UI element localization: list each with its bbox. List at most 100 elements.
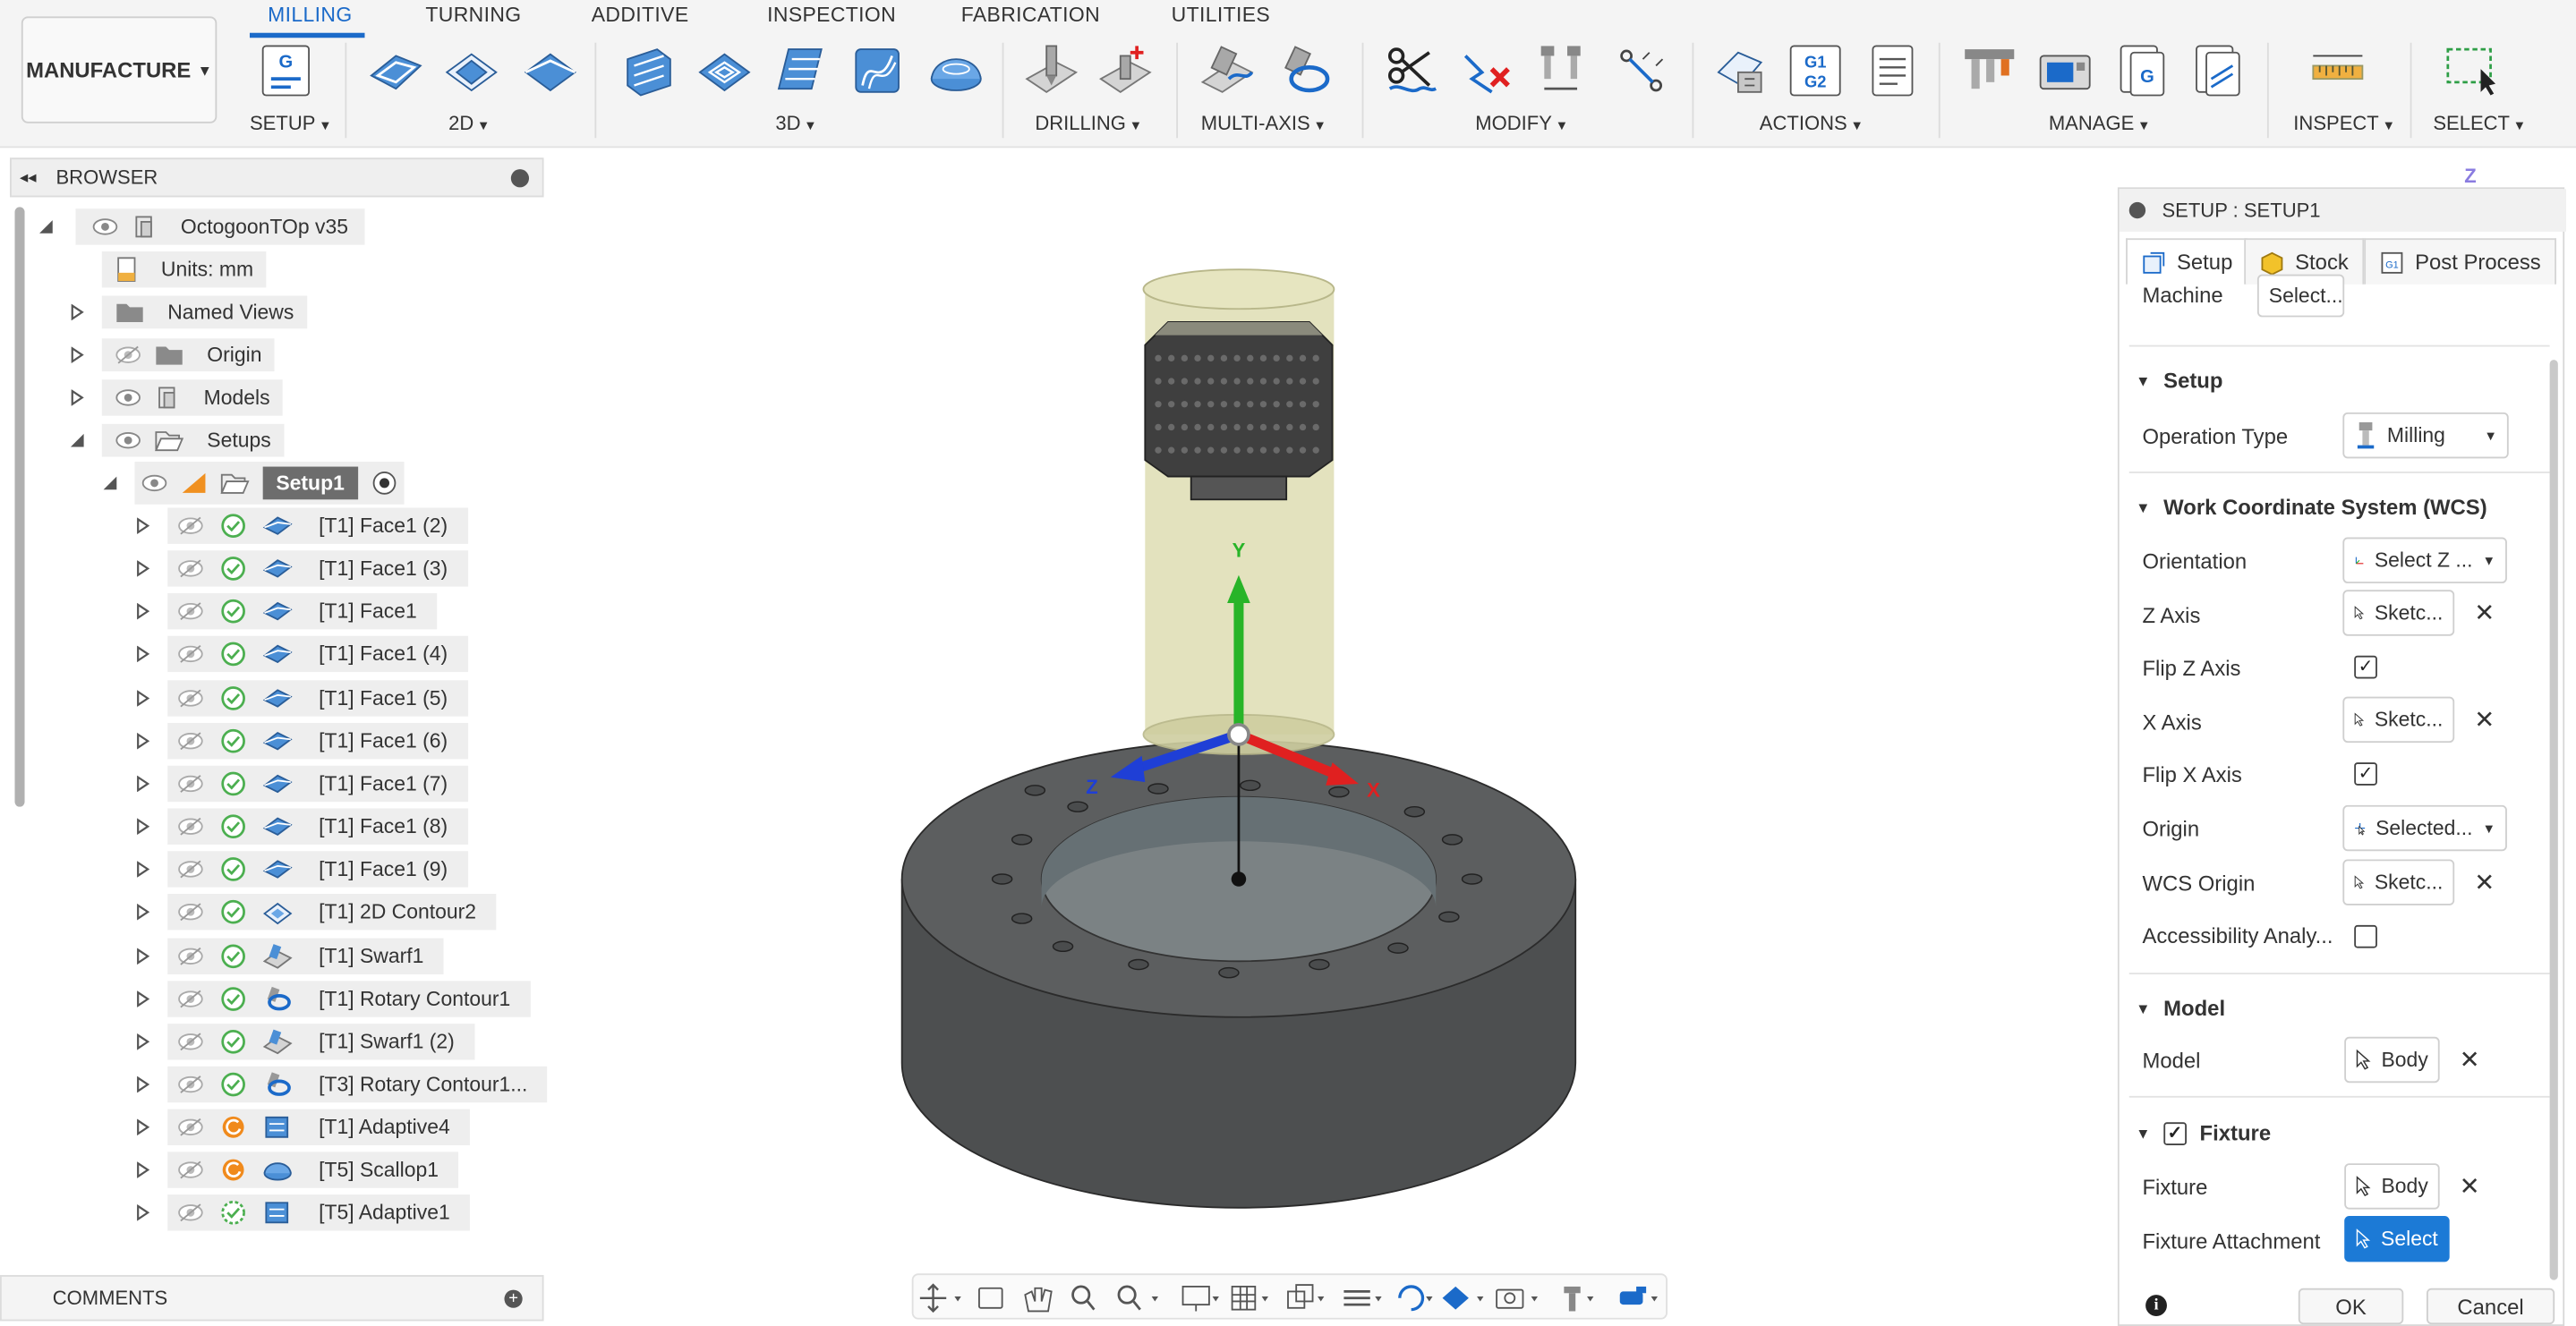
group-modify[interactable]: MODIFY ▼ xyxy=(1475,112,1568,135)
visibility-eye-icon[interactable] xyxy=(92,217,118,236)
hidden-eye-icon[interactable] xyxy=(177,817,203,837)
hidden-eye-icon[interactable] xyxy=(177,1032,203,1051)
setup1-item[interactable]: Setup1 xyxy=(134,462,404,505)
browser-scrollbar[interactable] xyxy=(14,207,25,807)
measure-icon[interactable] xyxy=(2310,43,2366,98)
info-icon[interactable]: i xyxy=(2145,1295,2167,1316)
cancel-button[interactable]: Cancel xyxy=(2426,1288,2555,1325)
section-wcs[interactable]: ▼ Work Coordinate System (WCS) xyxy=(2136,495,2487,520)
expand-arrow-icon[interactable] xyxy=(135,1204,151,1222)
parallel-icon[interactable] xyxy=(772,43,828,98)
delete-toolpath-icon[interactable] xyxy=(1459,43,1514,98)
clear-fixture-icon[interactable]: ✕ xyxy=(2460,1171,2480,1201)
models-item[interactable]: Models xyxy=(101,379,284,416)
contour-icon[interactable] xyxy=(849,43,905,98)
group-setup[interactable]: SETUP ▼ xyxy=(250,112,332,135)
machine-select-button[interactable]: Select... xyxy=(2256,274,2345,318)
fixture-select-button[interactable]: Body xyxy=(2344,1163,2440,1210)
operation-item[interactable]: [T5] Adaptive1 xyxy=(167,1194,470,1232)
post-process-icon[interactable]: G1 G2 xyxy=(1787,43,1843,98)
expand-arrow-icon[interactable] xyxy=(135,775,151,792)
expand-arrow-icon[interactable] xyxy=(135,990,151,1007)
operation-type-dropdown[interactable]: Milling ▼ xyxy=(2342,412,2509,459)
clear-wcs-origin-icon[interactable]: ✕ xyxy=(2474,868,2495,897)
expand-arrow-icon[interactable] xyxy=(135,560,151,577)
tab-inspection[interactable]: INSPECTION xyxy=(767,4,896,27)
expand-arrow-icon[interactable] xyxy=(135,1118,151,1136)
section-setup[interactable]: ▼ Setup xyxy=(2136,368,2222,393)
collapse-arrow-icon[interactable] xyxy=(38,218,54,234)
tab-post-process[interactable]: G1 Post Process xyxy=(2364,238,2556,285)
tool-library-icon[interactable] xyxy=(1962,43,2017,98)
dialog-scrollbar[interactable] xyxy=(2549,360,2558,1280)
hidden-eye-icon[interactable] xyxy=(177,602,203,622)
hidden-eye-icon[interactable] xyxy=(177,989,203,1008)
visibility-eye-icon[interactable] xyxy=(141,473,167,493)
collapse-left-icon[interactable]: ◂◂ xyxy=(20,168,36,186)
hidden-eye-icon[interactable] xyxy=(177,645,203,665)
2d-pocket-icon[interactable] xyxy=(444,43,499,98)
group-multi-axis[interactable]: MULTI-AXIS ▼ xyxy=(1201,112,1326,135)
3d-pocket-icon[interactable] xyxy=(696,43,752,98)
hidden-eye-icon[interactable] xyxy=(115,345,141,365)
fixture-enable-checkbox[interactable]: ✓ xyxy=(2163,1121,2187,1145)
hidden-eye-icon[interactable] xyxy=(177,1075,203,1094)
group-drilling[interactable]: DRILLING ▼ xyxy=(1035,112,1142,135)
visibility-eye-icon[interactable] xyxy=(115,387,141,407)
operation-item[interactable]: [T1] Face1 (5) xyxy=(167,679,468,716)
z-axis-select-button[interactable]: Sketc... xyxy=(2342,590,2455,636)
hidden-eye-icon[interactable] xyxy=(177,516,203,536)
operation-item[interactable]: [T5] Scallop1 xyxy=(167,1152,459,1189)
origin-dropdown[interactable]: Selected... ▼ xyxy=(2342,804,2507,852)
operation-item[interactable]: [T1] Adaptive4 xyxy=(167,1109,470,1146)
hidden-eye-icon[interactable] xyxy=(177,731,203,751)
x-axis-select-button[interactable]: Sketc... xyxy=(2342,696,2455,744)
hidden-eye-icon[interactable] xyxy=(177,860,203,880)
trim-icon[interactable] xyxy=(1383,43,1438,98)
comments-panel[interactable]: COMMENTS + xyxy=(0,1275,544,1322)
operation-item[interactable]: [T1] Face1 (4) xyxy=(167,636,468,673)
expand-arrow-icon[interactable] xyxy=(135,1161,151,1179)
expand-arrow-icon[interactable] xyxy=(135,818,151,835)
post-library-icon[interactable]: G xyxy=(2114,43,2170,98)
clear-z-axis-icon[interactable]: ✕ xyxy=(2474,598,2495,627)
operation-item[interactable]: [T1] Face1 (8) xyxy=(167,808,468,846)
hidden-eye-icon[interactable] xyxy=(177,774,203,794)
collapse-arrow-icon[interactable] xyxy=(102,475,118,491)
hidden-eye-icon[interactable] xyxy=(177,1160,203,1180)
add-comment-icon[interactable]: + xyxy=(504,1288,523,1307)
expand-arrow-icon[interactable] xyxy=(135,646,151,663)
operation-item[interactable]: [T1] Rotary Contour1 xyxy=(167,980,531,1017)
expand-arrow-icon[interactable] xyxy=(69,346,85,363)
operation-item[interactable]: [T1] Face1 (9) xyxy=(167,851,468,888)
flip-z-checkbox[interactable]: ✓ xyxy=(2354,655,2377,679)
scallop-icon[interactable] xyxy=(928,43,984,98)
tab-fabrication[interactable]: FABRICATION xyxy=(961,4,1100,27)
operation-item[interactable]: [T1] 2D Contour2 xyxy=(167,894,497,931)
tab-milling[interactable]: MILLING xyxy=(268,4,352,27)
visibility-eye-icon[interactable] xyxy=(115,430,141,450)
named-views-item[interactable]: Named Views xyxy=(101,294,308,330)
operation-item[interactable]: [T3] Rotary Contour1... xyxy=(167,1066,548,1103)
2d-adaptive-icon[interactable] xyxy=(368,43,423,98)
setups-item[interactable]: Setups xyxy=(101,422,285,458)
expand-arrow-icon[interactable] xyxy=(69,389,85,406)
clear-x-axis-icon[interactable]: ✕ xyxy=(2474,705,2495,735)
hole-recognition-icon[interactable] xyxy=(1097,43,1153,98)
operation-item[interactable]: [T1] Swarf1 (2) xyxy=(167,1023,474,1060)
tab-turning[interactable]: TURNING xyxy=(425,4,521,27)
hidden-eye-icon[interactable] xyxy=(177,688,203,708)
group-actions[interactable]: ACTIONS ▼ xyxy=(1760,112,1864,135)
model-3d-view[interactable] xyxy=(550,151,2114,1269)
hidden-eye-icon[interactable] xyxy=(177,1118,203,1137)
expand-arrow-icon[interactable] xyxy=(135,1075,151,1093)
operation-item[interactable]: [T1] Face1 (2) xyxy=(167,507,468,544)
drill-icon[interactable] xyxy=(1023,43,1079,98)
tab-setup[interactable]: Setup xyxy=(2126,238,2248,285)
dialog-minimize-icon[interactable] xyxy=(2128,201,2146,219)
3d-adaptive-icon[interactable] xyxy=(621,43,677,98)
machine-library-icon[interactable] xyxy=(2037,43,2093,98)
minimize-icon[interactable] xyxy=(510,168,530,187)
expand-arrow-icon[interactable] xyxy=(135,1033,151,1050)
operation-item[interactable]: [T1] Face1 xyxy=(167,593,437,630)
